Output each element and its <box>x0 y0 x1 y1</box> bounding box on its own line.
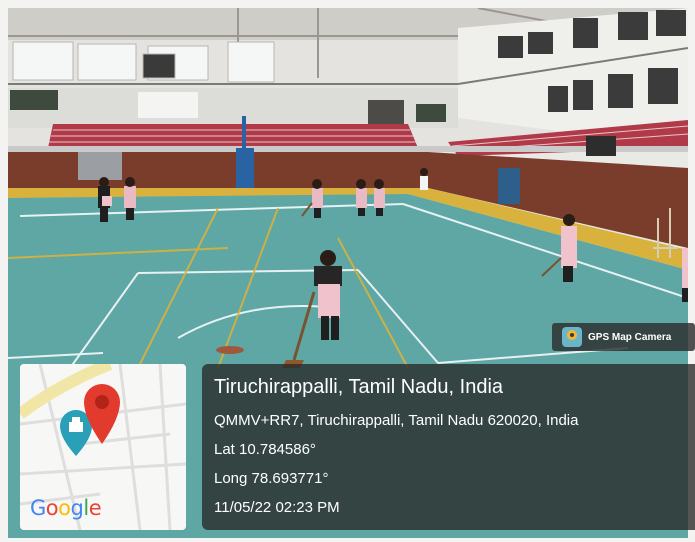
gps-map-camera-badge: GPS Map Camera <box>552 323 695 351</box>
google-letter-g: G <box>30 496 46 520</box>
google-letter-e: e <box>88 496 102 520</box>
google-letter-g2: g <box>70 496 84 520</box>
latitude: Lat 10.784586° <box>214 441 316 458</box>
google-letter-o2: o <box>58 496 71 520</box>
location-title: Tiruchirappalli, Tamil Nadu, India <box>214 376 504 398</box>
longitude: Long 78.693771° <box>214 470 329 487</box>
location-info-panel: Tiruchirappalli, Tamil Nadu, India QMMV+… <box>202 364 695 530</box>
google-logo: Google <box>30 496 102 520</box>
gps-app-name: GPS Map Camera <box>588 331 672 343</box>
address-line: QMMV+RR7, Tiruchirappalli, Tamil Nadu 62… <box>214 412 579 429</box>
datetime: 11/05/22 02:23 PM <box>214 499 340 516</box>
gps-map-camera-logo-icon <box>562 327 582 347</box>
google-letter-o1: o <box>45 496 59 520</box>
map-thumbnail[interactable]: Google <box>20 364 186 530</box>
